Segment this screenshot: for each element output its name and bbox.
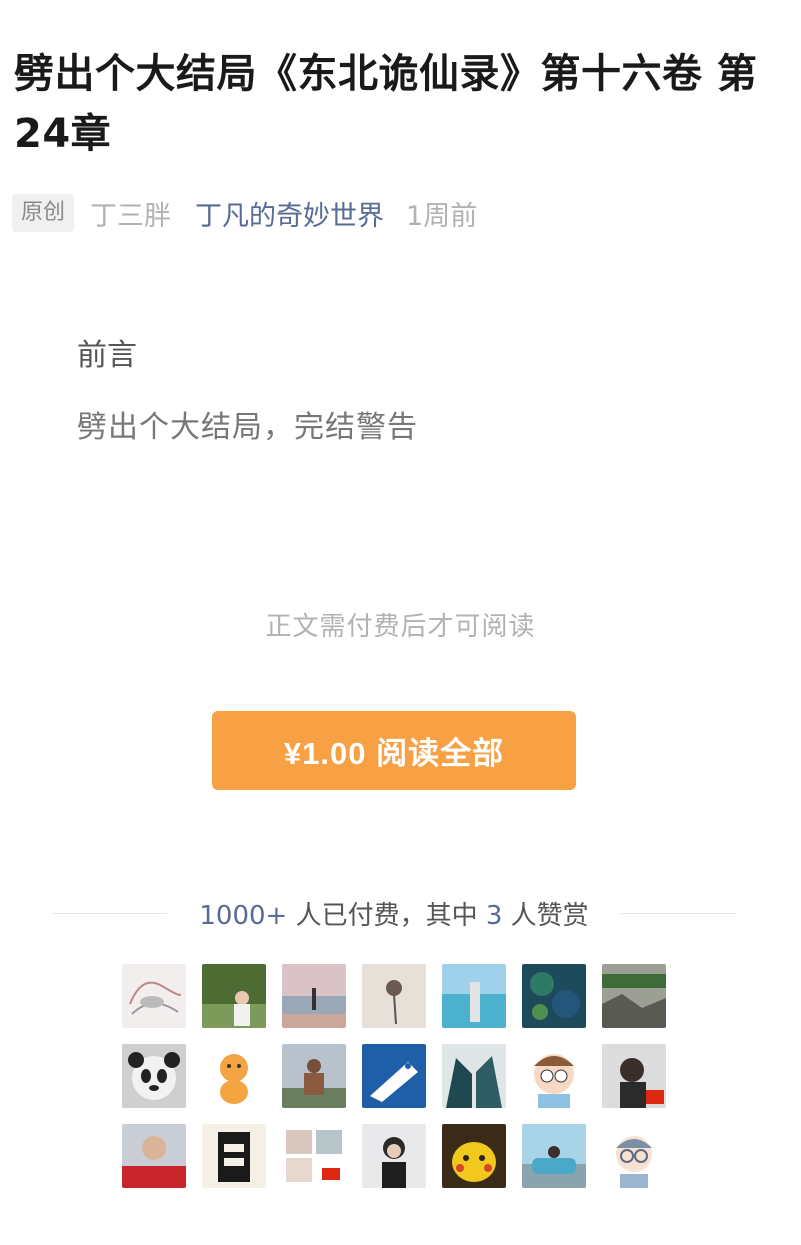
avatar-pikachu[interactable] — [442, 1124, 506, 1188]
paid-label: 人已付费，其中 — [287, 900, 486, 931]
paid-count: 1000+ — [199, 900, 288, 931]
publish-time: 1周前 — [406, 200, 478, 232]
divider-right — [620, 912, 737, 914]
avatar-woman-tree[interactable] — [362, 1124, 426, 1188]
avatar-car[interactable] — [522, 1124, 586, 1188]
article-meta: 原创 丁三胖 丁凡的奇妙世界 1周前 — [12, 192, 477, 234]
avatar-panda[interactable] — [122, 1044, 186, 1108]
reward-label: 人赞赏 — [502, 900, 589, 931]
avatar-cartoon-boy[interactable] — [522, 1044, 586, 1108]
author-name: 丁三胖 — [90, 200, 172, 232]
avatar-man-red-banner[interactable] — [122, 1124, 186, 1188]
avatar-man-hill[interactable] — [282, 1044, 346, 1108]
pay-read-all-button[interactable]: ¥1.00 阅读全部 — [212, 711, 576, 790]
original-tag: 原创 — [12, 194, 75, 232]
paid-stats-row: 1000+ 人已付费，其中 3 人赞赏 — [52, 890, 737, 936]
paid-stats-text: 1000+ 人已付费，其中 3 人赞赏 — [167, 895, 620, 932]
avatar-flower[interactable] — [362, 964, 426, 1028]
avatar-collage[interactable] — [282, 1124, 346, 1188]
avatar-cartoon-glasses[interactable] — [602, 1124, 666, 1188]
paywall-note: 正文需付费后才可阅读 — [265, 612, 536, 642]
avatar-dark-cats[interactable] — [442, 1044, 506, 1108]
avatar-man-beach[interactable] — [282, 964, 346, 1028]
reward-count: 3 — [485, 900, 503, 931]
avatar-poster[interactable] — [202, 1124, 266, 1188]
divider-left — [52, 912, 168, 914]
article-title: 劈出个大结局《东北诡仙录》第十六卷 第24章 — [14, 51, 758, 157]
account-link[interactable]: 丁凡的奇妙世界 — [195, 194, 384, 233]
avatar-woman-greenery[interactable] — [202, 964, 266, 1028]
avatar-boy-flag[interactable] — [602, 1044, 666, 1108]
preface-heading: 前言 — [77, 338, 137, 373]
avatar-fish-logo[interactable] — [362, 1044, 426, 1108]
avatar-cat[interactable] — [202, 1044, 266, 1108]
avatar-sketch[interactable] — [122, 964, 186, 1028]
avatar-statue-sea[interactable] — [442, 964, 506, 1028]
payer-avatars — [122, 964, 682, 1188]
preface-text: 劈出个大结局，完结警告 — [77, 410, 418, 445]
avatar-blue-pattern[interactable] — [522, 964, 586, 1028]
avatar-nature[interactable] — [602, 964, 666, 1028]
